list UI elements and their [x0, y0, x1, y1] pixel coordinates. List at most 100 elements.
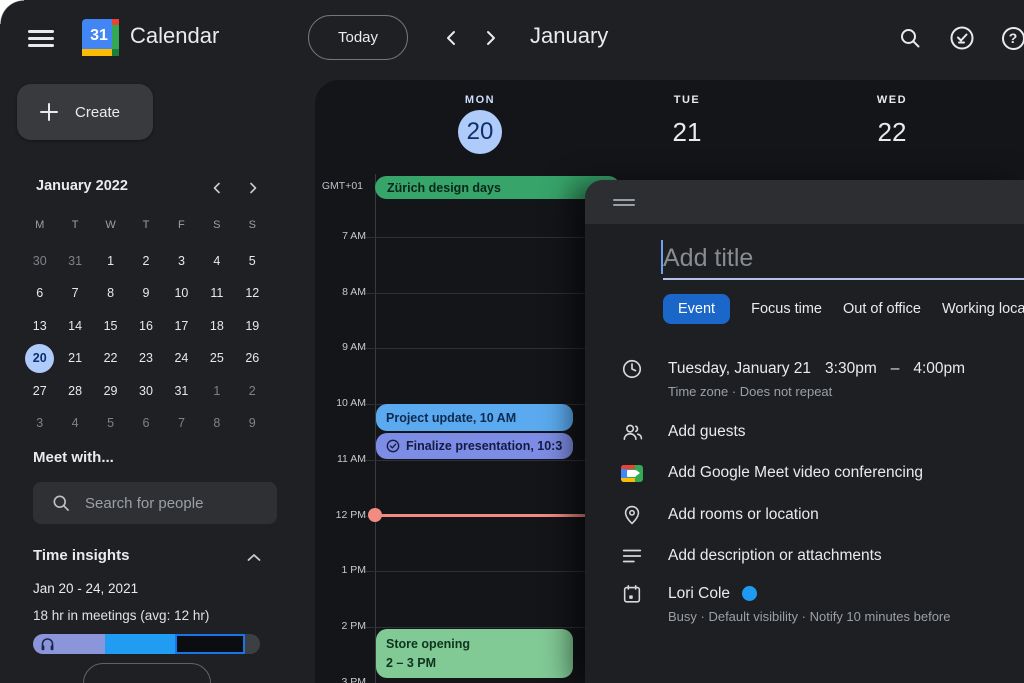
text-cursor	[661, 240, 663, 274]
mini-calendar-day[interactable]: 26	[235, 342, 270, 375]
mini-calendar-day[interactable]: 23	[128, 342, 163, 375]
mini-calendar-day[interactable]: 24	[164, 342, 199, 375]
main-menu-icon[interactable]	[28, 30, 54, 47]
insights-bar[interactable]	[33, 634, 260, 654]
calendar-icon	[620, 582, 644, 606]
mini-calendar-day[interactable]: 11	[199, 277, 234, 310]
mini-calendar-prev-icon[interactable]	[206, 177, 228, 199]
mini-calendar-day[interactable]: 3	[22, 407, 57, 440]
mini-calendar-grid: MTWTFSS303112345678910111213141516171819…	[22, 212, 270, 440]
add-location-row[interactable]: Add rooms or location	[620, 503, 1016, 527]
mini-calendar-day[interactable]: 21	[57, 342, 92, 375]
mini-calendar-day[interactable]: 30	[22, 245, 57, 278]
help-icon[interactable]: ?	[1000, 25, 1024, 51]
mini-calendar-day[interactable]: 15	[93, 310, 128, 343]
event-title: Zürich design days	[387, 181, 501, 195]
day-number[interactable]: 22	[792, 110, 992, 154]
search-icon	[51, 493, 71, 513]
mini-calendar-day[interactable]: 1	[199, 375, 234, 408]
tab-event[interactable]: Event	[663, 294, 730, 324]
calendar-logo-icon: 31	[82, 19, 119, 56]
event-title-input[interactable]: Add title	[663, 238, 1024, 278]
timezone-label: GMT+01	[315, 180, 363, 192]
mini-calendar-day[interactable]: 30	[128, 375, 163, 408]
mini-calendar-day[interactable]: 20	[22, 342, 57, 375]
dialog-drag-bar[interactable]	[585, 180, 1024, 224]
event-chip-store-opening[interactable]: Store opening 2 – 3 PM	[376, 629, 573, 678]
mini-calendar-day[interactable]: 1	[93, 245, 128, 278]
mini-calendar-day[interactable]: 31	[57, 245, 92, 278]
meetings-segment	[105, 634, 175, 654]
hour-label: 7 AM	[315, 230, 366, 242]
add-meet-row[interactable]: Add Google Meet video conferencing	[620, 461, 1016, 485]
mini-calendar-day[interactable]: 29	[93, 375, 128, 408]
event-date: Tuesday, January 21	[668, 357, 811, 380]
mini-calendar-day[interactable]: 2	[128, 245, 163, 278]
more-insights-button[interactable]	[83, 663, 211, 683]
search-icon[interactable]	[897, 25, 923, 51]
mini-calendar-day[interactable]: 27	[22, 375, 57, 408]
event-chip-project-update[interactable]: Project update, 10 AM	[376, 404, 573, 431]
mini-calendar-day[interactable]: 14	[57, 310, 92, 343]
all-day-event-chip[interactable]: Zürich design days	[375, 176, 620, 199]
mini-calendar-day[interactable]: 4	[199, 245, 234, 278]
chevron-up-icon[interactable]	[243, 547, 265, 567]
day-number[interactable]: 21	[587, 110, 787, 154]
datetime-row[interactable]: Tuesday, January 21 3:30pm – 4:00pm Time…	[620, 357, 1016, 402]
logo-day-number: 31	[86, 23, 112, 49]
hour-label: 12 PM	[315, 509, 366, 521]
headphones-icon	[40, 637, 55, 656]
mini-calendar-day[interactable]: 3	[164, 245, 199, 278]
mini-calendar-day[interactable]: 4	[57, 407, 92, 440]
mini-calendar-day[interactable]: 9	[128, 277, 163, 310]
today-button[interactable]: Today	[308, 15, 408, 60]
previous-period-icon[interactable]	[440, 26, 464, 50]
mini-calendar-day[interactable]: 18	[199, 310, 234, 343]
mini-calendar-day[interactable]: 7	[57, 277, 92, 310]
day-header-tue: TUE 21	[587, 94, 787, 154]
mini-calendar-day[interactable]: 19	[235, 310, 270, 343]
event-chip-finalize-presentation[interactable]: Finalize presentation, 10:3	[376, 433, 573, 459]
mini-calendar-day[interactable]: 2	[235, 375, 270, 408]
add-guests-row[interactable]: Add guests	[620, 420, 1016, 444]
mini-calendar-day[interactable]: 16	[128, 310, 163, 343]
weekday-header: F	[164, 212, 199, 238]
mini-calendar-day[interactable]: 13	[22, 310, 57, 343]
mini-calendar-day[interactable]: 10	[164, 277, 199, 310]
mini-calendar-next-icon[interactable]	[242, 177, 264, 199]
mini-calendar-day[interactable]: 9	[235, 407, 270, 440]
mini-calendar-day[interactable]: 6	[128, 407, 163, 440]
create-button[interactable]: Create	[17, 84, 153, 140]
mini-calendar-day[interactable]: 5	[93, 407, 128, 440]
selected-day-number[interactable]: 20	[458, 110, 502, 154]
weekday-header: S	[235, 212, 270, 238]
tab-out-of-office[interactable]: Out of office	[843, 294, 921, 324]
search-for-people-input[interactable]: Search for people	[33, 482, 277, 524]
mini-calendar-day[interactable]: 8	[93, 277, 128, 310]
tasks-icon[interactable]	[949, 25, 975, 51]
next-period-icon[interactable]	[478, 26, 502, 50]
create-label: Create	[75, 104, 120, 121]
mini-calendar-day[interactable]: 8	[199, 407, 234, 440]
mini-calendar-day[interactable]: 28	[57, 375, 92, 408]
title-placeholder: Add title	[663, 244, 753, 272]
mini-calendar-day[interactable]: 7	[164, 407, 199, 440]
calendar-owner-row[interactable]: Lori Cole Busy · Default visibility · No…	[620, 582, 1016, 627]
mini-calendar-day[interactable]: 17	[164, 310, 199, 343]
mini-calendar-day[interactable]: 31	[164, 375, 199, 408]
add-description-row[interactable]: Add description or attachments	[620, 544, 1016, 568]
check-circle-icon	[386, 439, 400, 453]
tab-focus-time[interactable]: Focus time	[751, 294, 822, 324]
mini-calendar-day[interactable]: 25	[199, 342, 234, 375]
weekday-header: S	[199, 212, 234, 238]
calendar-color-dot[interactable]	[742, 586, 757, 601]
mini-calendar-day[interactable]: 5	[235, 245, 270, 278]
mini-calendar-day[interactable]: 22	[93, 342, 128, 375]
mini-calendar-day[interactable]: 6	[22, 277, 57, 310]
time-separator: –	[891, 357, 900, 380]
tab-working-location[interactable]: Working location	[942, 294, 1024, 324]
hour-label: 1 PM	[315, 564, 366, 576]
hour-label: 11 AM	[315, 453, 366, 465]
mini-calendar-day[interactable]: 12	[235, 277, 270, 310]
event-creation-dialog: Add title Event Focus time Out of office Wo…	[585, 180, 1024, 683]
